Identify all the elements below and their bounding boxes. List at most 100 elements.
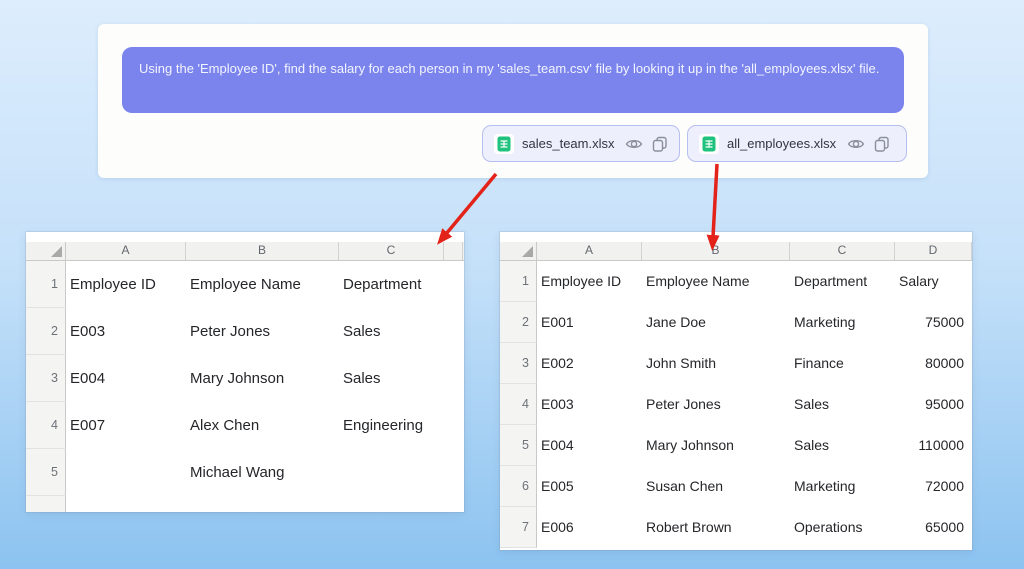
row-header[interactable]: 2 [26,308,66,355]
cell[interactable]: Operations [790,507,895,548]
select-all-corner[interactable] [500,242,537,260]
attachment-chip-all-employees[interactable]: all_employees.xlsx [687,125,907,162]
eye-icon[interactable] [847,135,865,153]
cell[interactable]: Employee ID [537,261,642,302]
cell[interactable]: Employee Name [186,261,339,308]
table-row: 4E007Alex ChenEngineering [26,402,464,449]
table-row: 6 [26,496,464,512]
cell[interactable]: Marketing [790,466,895,507]
table-row: 1Employee IDEmployee NameDepartment [26,261,464,308]
spreadsheet-file-icon [494,134,514,154]
column-header-row: ABC [26,242,464,261]
cell[interactable]: Peter Jones [642,384,790,425]
cell[interactable]: E004 [66,355,186,402]
cell[interactable]: 80000 [895,343,972,384]
cell[interactable]: Department [790,261,895,302]
cell[interactable]: E003 [537,384,642,425]
cell[interactable]: E004 [537,425,642,466]
attachment-filename: all_employees.xlsx [727,136,836,151]
table-row: 5 Michael Wang [26,449,464,496]
copy-icon[interactable] [874,136,890,152]
cell[interactable]: Robert Brown [642,507,790,548]
desktop-background: Using the 'Employee ID', find the salary… [0,0,1024,569]
table-row: 3E002John SmithFinance80000 [500,343,972,384]
cell[interactable]: Susan Chen [642,466,790,507]
table-row: 4E003Peter JonesSales95000 [500,384,972,425]
cell[interactable]: E006 [537,507,642,548]
cell[interactable]: John Smith [642,343,790,384]
select-all-triangle-icon [51,246,62,257]
cell[interactable] [186,496,339,512]
cell[interactable]: Employee ID [66,261,186,308]
row-header[interactable]: 6 [500,466,537,507]
cell[interactable] [339,449,444,496]
cell[interactable]: Department [339,261,444,308]
cell[interactable]: Sales [339,355,444,402]
cell[interactable]: 65000 [895,507,972,548]
eye-icon[interactable] [625,135,643,153]
cell[interactable]: Mary Johnson [642,425,790,466]
cell[interactable]: 75000 [895,302,972,343]
cell[interactable]: Peter Jones [186,308,339,355]
row-header[interactable]: 3 [26,355,66,402]
cell[interactable]: Sales [790,384,895,425]
cell[interactable]: 95000 [895,384,972,425]
cell[interactable]: Mary Johnson [186,355,339,402]
table-row: 2E001Jane DoeMarketing75000 [500,302,972,343]
cell[interactable]: 110000 [895,425,972,466]
table-row: 5E004Mary JohnsonSales110000 [500,425,972,466]
row-header[interactable]: 2 [500,302,537,343]
column-header-C[interactable]: C [339,242,444,260]
cell[interactable]: Finance [790,343,895,384]
select-all-triangle-icon [522,246,533,257]
row-header[interactable]: 1 [26,261,66,308]
arrow-to-sales-team-sheet [446,174,496,234]
user-message-bubble: Using the 'Employee ID', find the salary… [122,47,904,113]
sales-team-spreadsheet: ABC1Employee IDEmployee NameDepartment2E… [26,232,464,512]
cell[interactable]: E005 [537,466,642,507]
column-header-B[interactable]: B [642,242,790,260]
row-header[interactable]: 5 [500,425,537,466]
table-row: 3E004Mary JohnsonSales [26,355,464,402]
cell[interactable]: E007 [66,402,186,449]
cell[interactable]: Engineering [339,402,444,449]
cell[interactable] [66,496,186,512]
attachment-chip-sales-team[interactable]: sales_team.xlsx [482,125,680,162]
row-header[interactable]: 3 [500,343,537,384]
cell[interactable] [66,449,186,496]
table-row: 7E006Robert BrownOperations65000 [500,507,972,548]
column-header-B[interactable]: B [186,242,339,260]
copy-icon[interactable] [652,136,668,152]
column-header-A[interactable]: A [537,242,642,260]
column-header-D[interactable]: D [895,242,972,260]
row-header[interactable]: 6 [26,496,66,512]
cell[interactable]: Salary [895,261,972,302]
cell[interactable]: Jane Doe [642,302,790,343]
cell[interactable]: Sales [790,425,895,466]
row-header[interactable]: 5 [26,449,66,496]
column-header-C[interactable]: C [790,242,895,260]
cell[interactable]: Alex Chen [186,402,339,449]
table-row: 2E003Peter JonesSales [26,308,464,355]
chat-card: Using the 'Employee ID', find the salary… [98,24,928,178]
cell[interactable]: Sales [339,308,444,355]
table-row: 6E005Susan ChenMarketing72000 [500,466,972,507]
cell[interactable]: Michael Wang [186,449,339,496]
cell[interactable]: E002 [537,343,642,384]
row-header[interactable]: 4 [500,384,537,425]
row-header[interactable]: 1 [500,261,537,302]
column-header-partial[interactable] [444,242,463,260]
select-all-corner[interactable] [26,242,66,260]
cell[interactable]: E001 [537,302,642,343]
cell[interactable]: E003 [66,308,186,355]
attachment-filename: sales_team.xlsx [522,136,614,151]
cell[interactable] [339,496,444,512]
cell[interactable]: 72000 [895,466,972,507]
cell[interactable]: Employee Name [642,261,790,302]
row-header[interactable]: 4 [26,402,66,449]
all-employees-spreadsheet: ABCD1Employee IDEmployee NameDepartmentS… [500,232,972,550]
column-header-A[interactable]: A [66,242,186,260]
table-row: 1Employee IDEmployee NameDepartmentSalar… [500,261,972,302]
cell[interactable]: Marketing [790,302,895,343]
row-header[interactable]: 7 [500,507,537,548]
